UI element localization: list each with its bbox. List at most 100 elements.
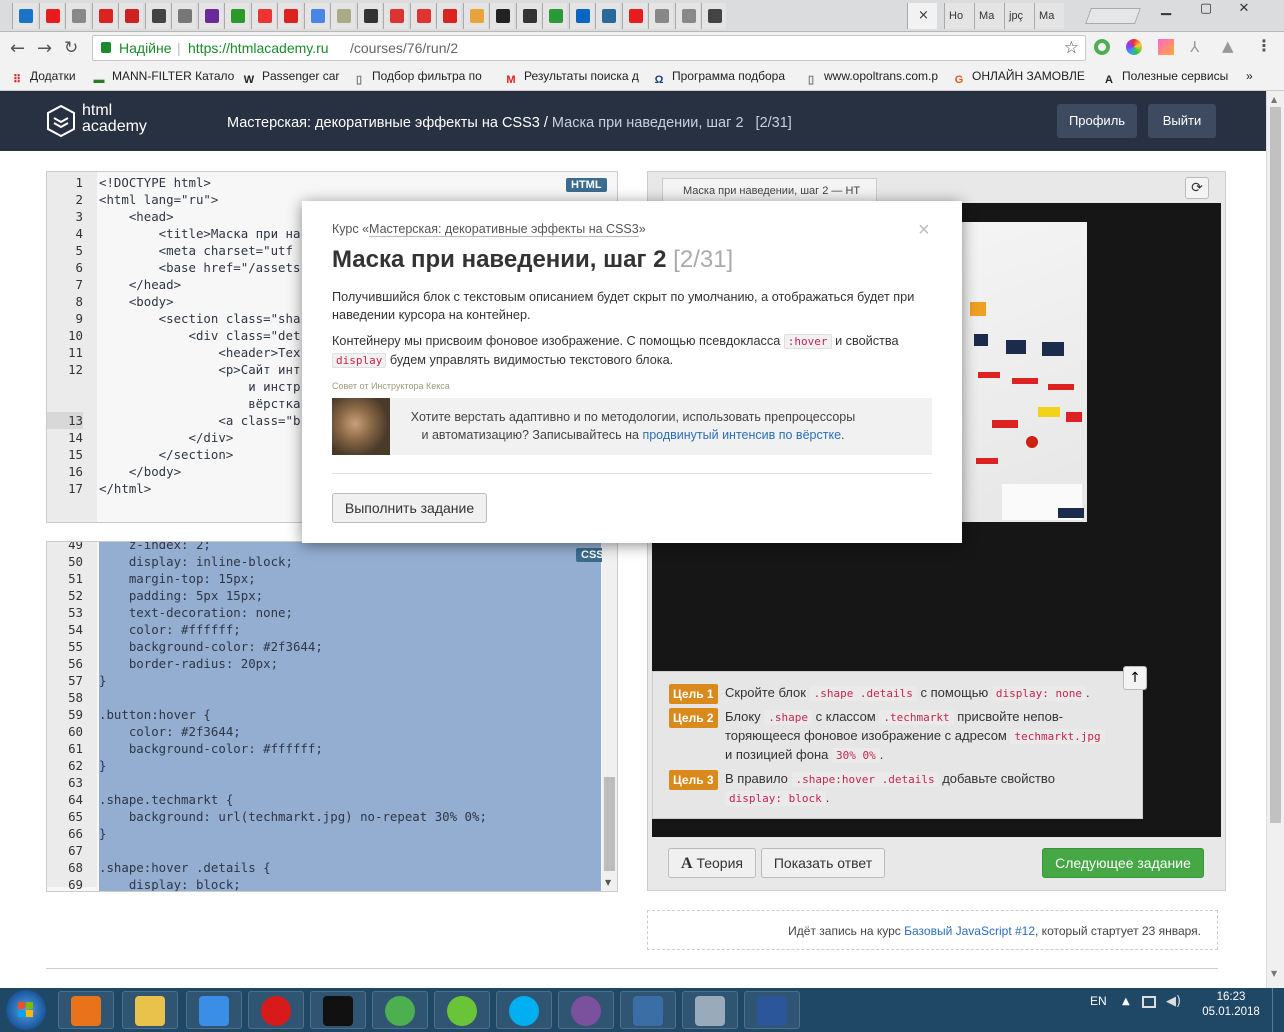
taskbar-skype[interactable] [496,991,552,1029]
back-icon[interactable]: ← [10,38,25,59]
advice-link[interactable]: продвинутый интенсив по вёрстке [642,428,841,442]
tray-arrow-icon[interactable]: ▲ [1122,996,1130,1007]
extension-color-icon[interactable] [1126,39,1142,55]
logo-text[interactable]: html academy [82,103,147,135]
show-desktop-button[interactable] [1272,988,1284,1032]
browser-tab[interactable] [568,3,594,29]
extension-drive-icon[interactable]: ▲ [1222,37,1234,55]
browser-tab-active[interactable]: × [907,3,937,29]
url-input[interactable]: Надійне | https://htmlacademy.ru/courses… [92,35,1086,61]
modal-para2-b: и свойства [831,334,899,348]
logout-button[interactable]: Выйти [1148,104,1216,138]
taskbar-file-explorer[interactable] [122,991,178,1029]
do-task-button[interactable]: Выполнить задание [332,493,487,523]
maximize-button[interactable]: ▢ [1192,0,1220,20]
menu-icon[interactable]: ⋮ [1256,36,1272,55]
calculator-icon [695,996,725,1026]
doc-favicon-icon [72,9,86,23]
taskbar-remote-desktop[interactable] [620,991,676,1029]
breadcrumb-course[interactable]: Мастерская: декоративные эффекты на CSS3 [227,115,540,131]
page-scrollbar[interactable]: ▲ ▼ [1266,91,1284,988]
logo-line-1: html [82,102,113,119]
browser-tab[interactable] [38,3,64,29]
taskbar-calculator[interactable] [682,991,738,1029]
scroll-down-icon[interactable]: ▼ [1271,969,1277,978]
bookmark-label: www.opoltrans.com.p [824,69,939,83]
browser-tab[interactable]: jpç [1004,3,1034,29]
browser-tab[interactable] [277,3,302,29]
new-tab-button[interactable] [1085,8,1141,24]
bookmark-item[interactable]: ▯ www.opoltrans.com.p [804,69,938,87]
browser-tab[interactable] [674,3,700,29]
forward-icon[interactable]: → [37,38,52,59]
extension-circle-icon[interactable] [1094,39,1110,55]
minimize-button[interactable]: ▁ [1152,0,1180,20]
bookmark-item[interactable]: ▬ MANN-FILTER Катало [92,69,235,87]
browser-tab[interactable] [197,3,223,29]
browser-tab[interactable] [224,3,249,29]
bookmark-item[interactable]: G ОНЛАЙН ЗАМОВЛЕ [952,69,1085,87]
browser-tab[interactable] [171,3,196,29]
bookmark-item[interactable]: ▯ Подбор фильтра по [352,69,482,87]
close-tab-icon[interactable]: × [918,3,929,29]
taskbar-internet-explorer[interactable] [186,991,242,1029]
browser-tab[interactable] [330,3,355,29]
browser-tab[interactable] [144,3,170,29]
M-favicon-icon [443,9,457,23]
close-icon[interactable]: × [918,219,930,242]
modal-course-link[interactable]: Мастерская: декоративные эффекты на CSS3 [369,222,639,237]
taskbar-viber[interactable] [558,991,614,1029]
tray-network-icon[interactable] [1142,996,1156,1008]
bookmarks-overflow-icon[interactable]: » [1246,69,1253,83]
star-icon[interactable]: ☆ [1064,36,1079,60]
browser-tab[interactable] [12,3,37,29]
browser-tab[interactable] [542,3,567,29]
clock[interactable]: 16:23 05.01.2018 [1196,990,1266,1020]
browser-tab[interactable]: Ма [974,3,1004,29]
browser-tab[interactable] [383,3,408,29]
browser-tab[interactable] [462,3,488,29]
browser-tab[interactable]: Ма [1034,3,1064,29]
bookmark-item[interactable]: W Passenger car [242,69,340,87]
scroll-up-icon[interactable]: ▲ [1271,95,1277,104]
start-button[interactable] [6,990,46,1030]
browser-tab[interactable] [621,3,647,29]
bookmark-item[interactable]: M Результаты поиска д [504,69,639,87]
taskbar-webstorm[interactable] [310,991,366,1029]
bookmark-item[interactable]: A Полезные сервисы [1102,69,1228,87]
taskbar-word[interactable] [744,991,800,1029]
browser-tab[interactable] [250,3,276,29]
extension-pdf-icon[interactable]: ⅄ [1190,38,1199,56]
taskbar-media-player[interactable] [58,991,114,1029]
browser-tab[interactable] [118,3,143,29]
language-indicator[interactable]: EN [1090,994,1107,1008]
browser-tab[interactable] [409,3,435,29]
close-window-button[interactable]: ✕ [1230,0,1258,20]
reload-icon[interactable]: ↻ [64,38,78,58]
browser-tab[interactable]: Но [944,3,974,29]
browser-tab-bar: × Но Ма jpç Ма ▁ ▢ ✕ [0,0,1284,32]
doc-favicon-icon [681,9,696,23]
scrollbar-thumb[interactable] [1270,107,1281,823]
browser-tab[interactable] [356,3,382,29]
modal-course-suffix: » [638,222,646,236]
url-separator: | [177,40,181,56]
browser-tab[interactable] [595,3,620,29]
bookmark-item[interactable]: ⠿ Додатки [10,69,76,87]
taskbar-chrome[interactable] [372,991,428,1029]
browser-tab[interactable] [303,3,329,29]
browser-tab[interactable] [436,3,461,29]
browser-tab[interactable] [65,3,90,29]
extension-gradient-icon[interactable] [1158,39,1174,55]
taskbar-opera[interactable] [248,991,304,1029]
browser-tab[interactable] [648,3,673,29]
browser-tab[interactable] [515,3,541,29]
taskbar-icq[interactable] [434,991,490,1029]
logo-icon[interactable] [46,104,76,138]
browser-tab[interactable] [701,3,726,29]
browser-tab[interactable] [91,3,117,29]
profile-button[interactable]: Профиль [1057,104,1137,138]
bookmark-item[interactable]: Ω Программа подбора [652,69,785,87]
browser-tab[interactable] [489,3,514,29]
tray-volume-icon[interactable]: ◀) [1166,994,1181,1009]
